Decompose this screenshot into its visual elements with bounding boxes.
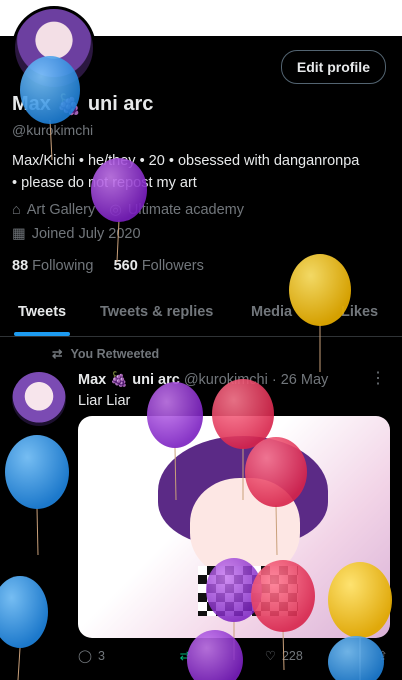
tweet-header: Max 🍇 uni arc @kurokimchi · 26 May xyxy=(78,371,329,389)
reply-button[interactable]: ◯ 3 xyxy=(78,648,105,664)
balloon xyxy=(5,435,69,556)
retweet-label: You Retweeted xyxy=(70,346,160,361)
bio-line: Max/Kichi • he/they • 20 • obsessed with… xyxy=(12,153,360,169)
following-link[interactable]: 88 Following xyxy=(12,258,93,274)
tweet-actions: ◯ 3 ⇄ ♡ 228 ⇪ xyxy=(78,648,388,664)
edit-profile-button[interactable]: Edit profile xyxy=(280,50,386,84)
artwork-face xyxy=(190,478,300,578)
like-button[interactable]: ♡ 228 xyxy=(264,648,303,664)
profile-meta-row: ⌂ Art Gallery ◎ Ultimate academy xyxy=(12,202,244,218)
profile-handle: @kurokimchi xyxy=(12,122,94,138)
share-button[interactable]: ⇪ xyxy=(377,648,387,663)
tweet-avatar[interactable] xyxy=(12,372,66,426)
following-label: Following xyxy=(32,258,94,274)
profile-joined: Joined July 2020 xyxy=(31,226,141,242)
reply-icon: ◯ xyxy=(78,649,92,663)
location-pin-icon: ◎ xyxy=(109,202,122,218)
followers-count: 560 xyxy=(113,258,138,274)
retweet-action-icon: ⇄ xyxy=(179,649,191,663)
retweet-button[interactable]: ⇄ xyxy=(180,648,190,663)
follow-stats: 88 Following 560 Followers xyxy=(12,258,204,274)
tweet-media-image[interactable] xyxy=(78,416,390,638)
following-count: 88 xyxy=(12,258,29,274)
profile-name: Max xyxy=(12,93,51,115)
profile-location: Art Gallery xyxy=(26,202,96,218)
share-icon: ⇪ xyxy=(377,649,388,663)
tweet-text: Liar Liar xyxy=(78,393,131,409)
more-options-icon[interactable]: ⋮ xyxy=(370,368,386,388)
grapes-emoji-icon: 🍇 xyxy=(56,94,82,116)
profile-bio: Max/Kichi • he/they • 20 • obsessed with… xyxy=(12,150,397,194)
tab-tweets-replies[interactable]: Tweets & replies xyxy=(100,304,213,320)
profile-name-suffix: uni arc xyxy=(87,93,154,115)
like-count: 228 xyxy=(281,648,303,663)
briefcase-icon: ⌂ xyxy=(12,202,21,218)
artwork-scarf xyxy=(198,566,298,616)
calendar-icon: ▦ xyxy=(12,226,26,242)
retweet-context: ⇄ You Retweeted xyxy=(52,346,160,362)
reply-count: 3 xyxy=(98,648,105,663)
profile-avatar[interactable] xyxy=(12,6,96,90)
tweet-handle-date: @kurokimchi · 26 May xyxy=(183,371,329,388)
bio-line: • please do not repost my art xyxy=(12,175,197,191)
tab-media[interactable]: Media xyxy=(251,304,292,320)
grapes-emoji-icon: 🍇 xyxy=(110,372,129,388)
tweet-author-suffix: uni arc xyxy=(132,371,180,388)
tab-likes[interactable]: Likes xyxy=(341,304,378,320)
followers-link[interactable]: 560 Followers xyxy=(114,258,204,274)
profile-joined-row: ▦ Joined July 2020 xyxy=(12,226,141,242)
balloon xyxy=(0,576,48,680)
profile-website[interactable]: Ultimate academy xyxy=(128,202,244,218)
heart-icon: ♡ xyxy=(264,649,276,663)
tab-tweets[interactable]: Tweets xyxy=(18,304,66,320)
followers-label: Followers xyxy=(141,258,204,274)
active-tab-indicator xyxy=(14,332,70,336)
profile-tabs: Tweets Tweets & replies Media Likes xyxy=(0,294,402,337)
profile-name-row: Max 🍇 uni arc xyxy=(12,92,153,117)
tweet-author[interactable]: Max xyxy=(78,372,106,388)
retweet-icon: ⇄ xyxy=(52,347,63,361)
